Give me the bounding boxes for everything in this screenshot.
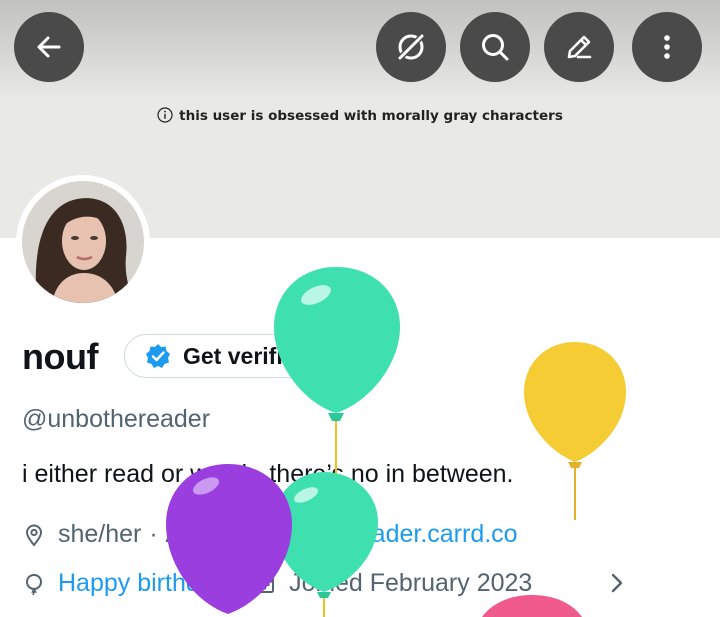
- compass-icon: [396, 32, 426, 62]
- arrow-left-icon: [37, 36, 61, 58]
- pronouns: she/her: [58, 520, 142, 548]
- pink-balloon: [482, 595, 582, 617]
- balloon-icon: [25, 573, 43, 595]
- info-icon: [157, 107, 173, 123]
- banner-notice-text: this user is obsessed with morally gray …: [179, 108, 563, 124]
- more-button[interactable]: [632, 12, 702, 82]
- avatar-photo: [22, 181, 144, 303]
- display-name: nouf: [22, 336, 98, 377]
- banner-notice: this user is obsessed with morally gray …: [0, 107, 720, 124]
- yellow-balloon: [524, 342, 626, 520]
- edit-icon: [567, 35, 592, 59]
- search-icon: [482, 34, 509, 61]
- verified-badge-icon: [146, 344, 170, 368]
- more-vertical-icon: [664, 35, 670, 59]
- edit-button[interactable]: [544, 12, 614, 82]
- avatar[interactable]: [16, 175, 150, 309]
- purple-balloon: [166, 464, 292, 614]
- username-handle: @unbothereader: [22, 405, 211, 433]
- chevron-right-icon[interactable]: [609, 572, 625, 594]
- search-button[interactable]: [460, 12, 530, 82]
- location-pin-icon: [25, 524, 43, 547]
- grok-button[interactable]: [376, 12, 446, 82]
- back-button[interactable]: [14, 12, 84, 82]
